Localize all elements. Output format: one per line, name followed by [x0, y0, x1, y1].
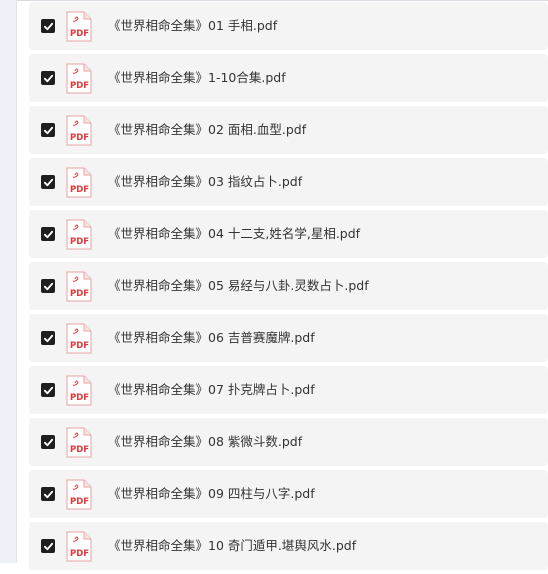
file-name: 《世界相命全集》09 四柱与八字.pdf — [108, 486, 315, 501]
file-row[interactable]: PDF 《世界相命全集》07 扑克牌占卜.pdf — [29, 366, 548, 414]
file-name: 《世界相命全集》07 扑克牌占卜.pdf — [108, 382, 315, 397]
svg-text:PDF: PDF — [70, 341, 89, 351]
top-divider — [17, 0, 548, 1]
checkbox-checked[interactable] — [41, 175, 55, 189]
file-name: 《世界相命全集》01 手相.pdf — [108, 18, 278, 33]
file-row[interactable]: PDF 《世界相命全集》01 手相.pdf — [29, 2, 548, 50]
pdf-file-icon: PDF — [66, 219, 92, 250]
left-panel-edge — [0, 0, 17, 563]
file-name: 《世界相命全集》1-10合集.pdf — [108, 70, 286, 85]
pdf-file-icon: PDF — [66, 167, 92, 198]
pdf-file-icon: PDF — [66, 271, 92, 302]
file-list: PDF 《世界相命全集》01 手相.pdf PDF 《世界相命全集》1-10合集… — [29, 2, 548, 574]
svg-text:PDF: PDF — [70, 289, 89, 299]
svg-text:PDF: PDF — [70, 237, 89, 247]
svg-text:PDF: PDF — [70, 393, 89, 403]
pdf-file-icon: PDF — [66, 479, 92, 510]
file-name: 《世界相命全集》08 紫微斗数.pdf — [108, 434, 303, 449]
svg-text:PDF: PDF — [70, 185, 89, 195]
checkbox-checked[interactable] — [41, 19, 55, 33]
pdf-file-icon: PDF — [66, 11, 92, 42]
file-row[interactable]: PDF 《世界相命全集》05 易经与八卦.灵数占卜.pdf — [29, 262, 548, 310]
svg-text:PDF: PDF — [70, 133, 89, 143]
pdf-file-icon: PDF — [66, 63, 92, 94]
file-row[interactable]: PDF 《世界相命全集》06 吉普赛魔牌.pdf — [29, 314, 548, 362]
pdf-file-icon: PDF — [66, 115, 92, 146]
pdf-file-icon: PDF — [66, 427, 92, 458]
file-row[interactable]: PDF 《世界相命全集》02 面相.血型.pdf — [29, 106, 548, 154]
file-name: 《世界相命全集》06 吉普赛魔牌.pdf — [108, 330, 315, 345]
checkbox-checked[interactable] — [41, 123, 55, 137]
pdf-file-icon: PDF — [66, 323, 92, 354]
svg-text:PDF: PDF — [70, 29, 89, 39]
file-row[interactable]: PDF 《世界相命全集》03 指纹占卜.pdf — [29, 158, 548, 206]
checkbox-checked[interactable] — [41, 435, 55, 449]
checkbox-checked[interactable] — [41, 331, 55, 345]
checkbox-checked[interactable] — [41, 487, 55, 501]
checkbox-checked[interactable] — [41, 539, 55, 553]
file-row[interactable]: PDF 《世界相命全集》04 十二支,姓名学,星相.pdf — [29, 210, 548, 258]
file-row[interactable]: PDF 《世界相命全集》08 紫微斗数.pdf — [29, 418, 548, 466]
file-name: 《世界相命全集》05 易经与八卦.灵数占卜.pdf — [108, 278, 369, 293]
pdf-file-icon: PDF — [66, 375, 92, 406]
file-row[interactable]: PDF 《世界相命全集》09 四柱与八字.pdf — [29, 470, 548, 518]
checkbox-checked[interactable] — [41, 383, 55, 397]
svg-text:PDF: PDF — [70, 81, 89, 91]
file-name: 《世界相命全集》02 面相.血型.pdf — [108, 122, 307, 137]
file-name: 《世界相命全集》03 指纹占卜.pdf — [108, 174, 303, 189]
checkbox-checked[interactable] — [41, 227, 55, 241]
svg-text:PDF: PDF — [70, 497, 89, 507]
file-name: 《世界相命全集》04 十二支,姓名学,星相.pdf — [108, 226, 361, 241]
checkbox-checked[interactable] — [41, 279, 55, 293]
svg-text:PDF: PDF — [70, 549, 89, 559]
pdf-file-icon: PDF — [66, 531, 92, 562]
file-row[interactable]: PDF 《世界相命全集》1-10合集.pdf — [29, 54, 548, 102]
checkbox-checked[interactable] — [41, 71, 55, 85]
svg-text:PDF: PDF — [70, 445, 89, 455]
